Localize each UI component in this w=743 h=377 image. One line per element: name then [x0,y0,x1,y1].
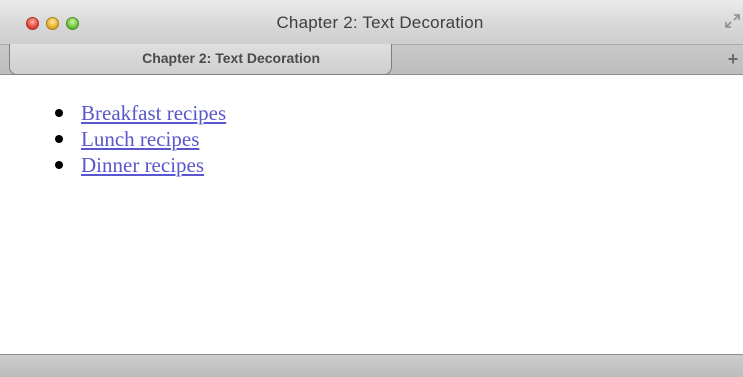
title-bar: Chapter 2: Text Decoration [0,0,743,44]
lunch-recipes-link[interactable]: Lunch recipes [81,126,199,152]
bullet-icon [55,109,63,117]
status-bar [0,354,743,377]
window-title: Chapter 2: Text Decoration [276,13,484,32]
browser-window: Chapter 2: Text Decoration Chapter 2: Te… [0,0,743,377]
tab-bar: Chapter 2: Text Decoration + [0,44,743,75]
fullscreen-icon[interactable] [723,12,743,30]
page-content: Breakfast recipes Lunch recipes Dinner r… [0,75,743,354]
tab-label: Chapter 2: Text Decoration [142,50,320,66]
breakfast-recipes-link[interactable]: Breakfast recipes [81,100,226,126]
bullet-icon [55,135,63,143]
new-tab-button[interactable]: + [723,49,743,69]
bullet-icon [55,161,63,169]
tab-chapter-2[interactable]: Chapter 2: Text Decoration [9,44,392,75]
plus-icon: + [727,49,739,69]
dinner-recipes-link[interactable]: Dinner recipes [81,152,204,178]
